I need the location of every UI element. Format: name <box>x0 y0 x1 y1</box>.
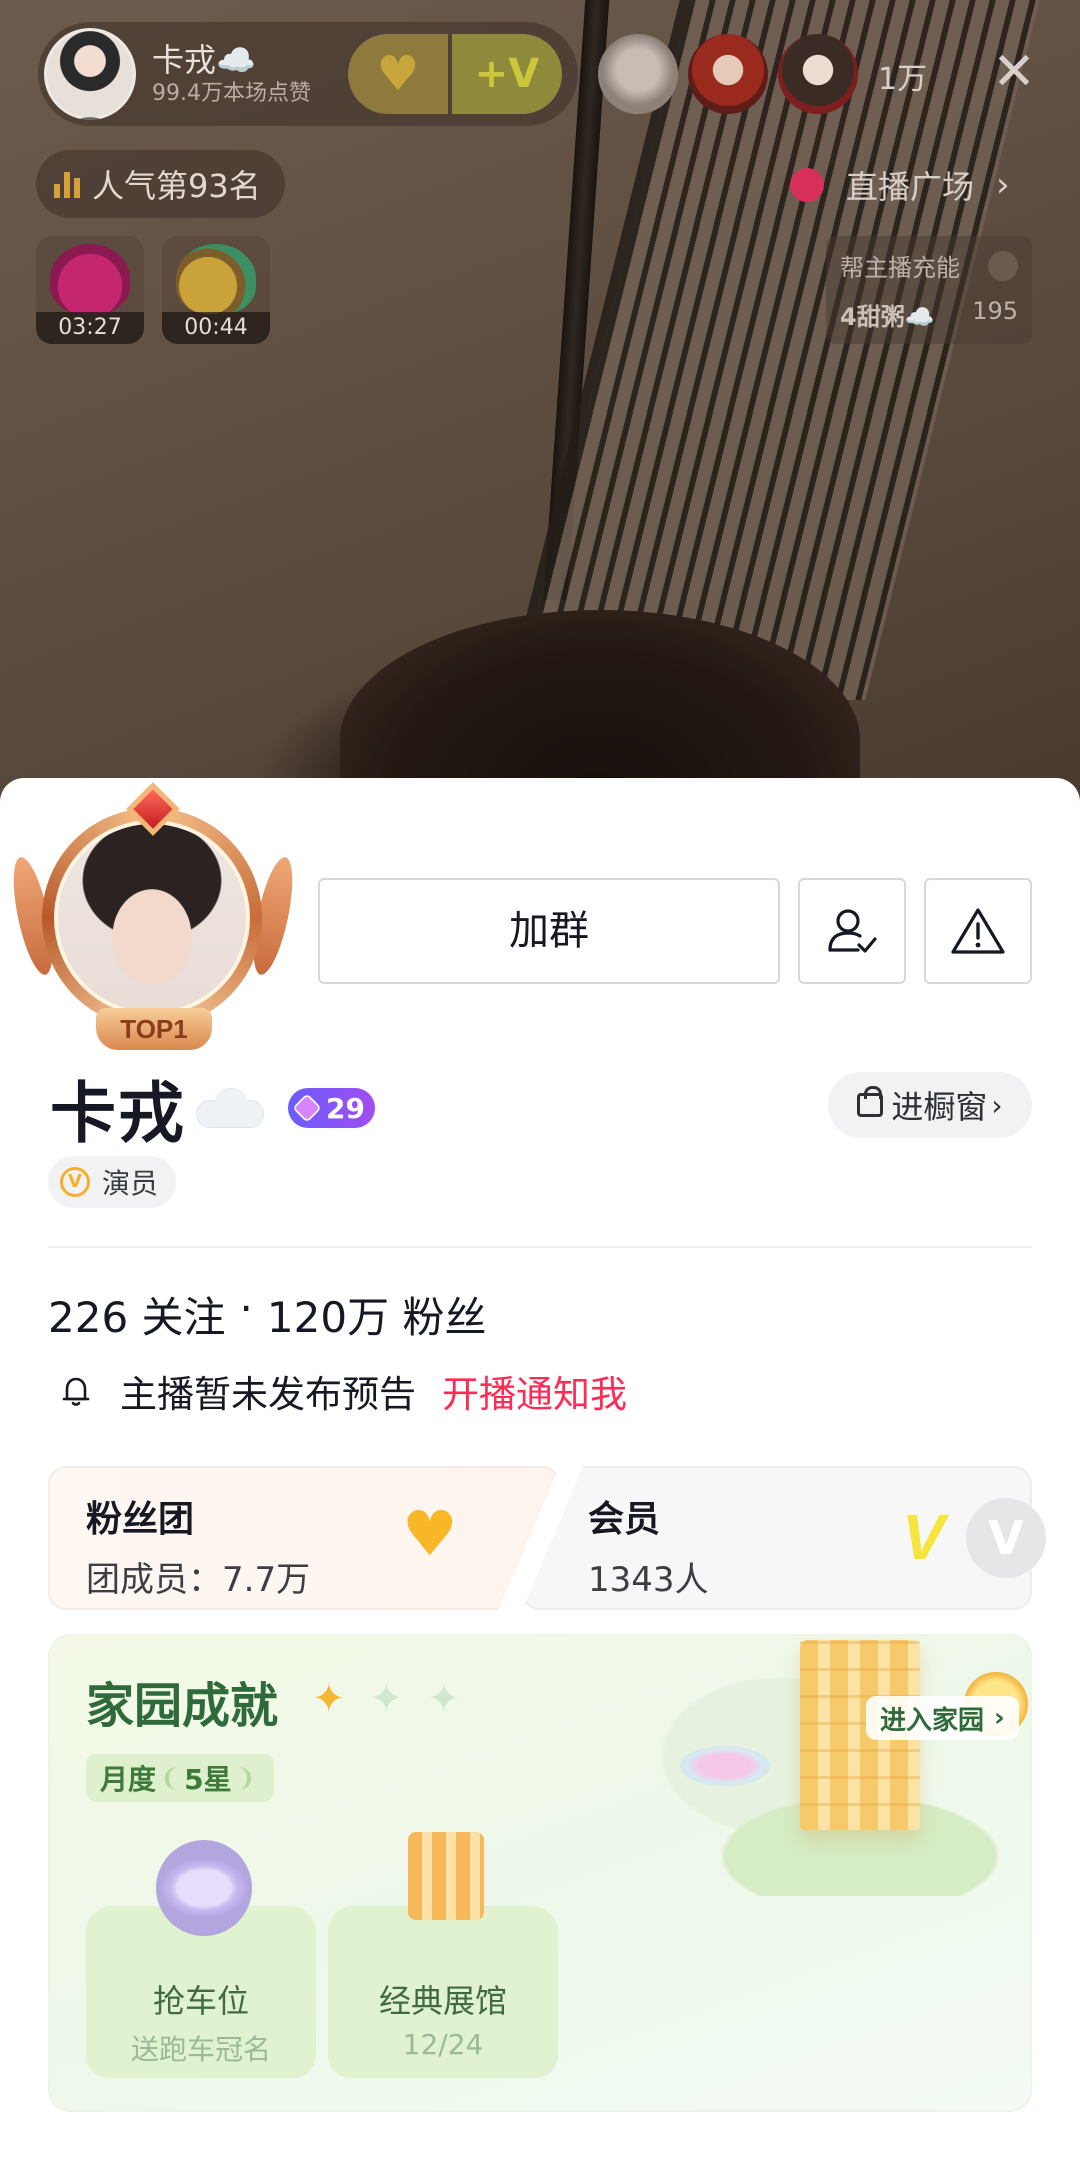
bar-chart-icon <box>54 170 80 198</box>
chevron-right-icon: › <box>996 165 1010 205</box>
profile-name-row: 卡戎 29 <box>50 1068 375 1152</box>
avatar-ring <box>42 808 262 1028</box>
home-title: 家园成就 <box>86 1678 279 1734</box>
fan-club-card[interactable]: 粉丝团 团成员：7.7万 <box>48 1466 560 1610</box>
charger-name: 4甜粥☁️ <box>840 303 935 331</box>
divider <box>48 1246 1032 1248</box>
bell-icon <box>62 1377 90 1406</box>
live-square-icon <box>790 168 824 202</box>
lucky-bag-gift[interactable]: 03:27 <box>36 236 144 344</box>
star-rating: ✦ ✦ ✦ <box>312 1676 461 1722</box>
task-subtitle: 送跑车冠名 <box>130 2033 271 2066</box>
profile-avatar-frame[interactable]: TOP1 <box>5 782 301 1056</box>
host-likes: 99.4万本场点赞 <box>152 81 311 106</box>
laurel-left-icon: ❨ <box>160 1764 181 1792</box>
member-title: 会员 <box>588 1499 661 1540</box>
plate-icon <box>680 1746 770 1786</box>
gallery-building-icon <box>408 1832 484 1920</box>
viewer-avatar[interactable] <box>598 34 678 114</box>
follow-stats[interactable]: 226 关注 · 120万 粉丝 <box>48 1284 486 1345</box>
member-card[interactable]: 会员 1343人 <box>522 1466 1032 1610</box>
level-badge[interactable]: 29 <box>288 1088 375 1128</box>
lucky-bag-icon <box>50 244 130 314</box>
shop-label: 进橱窗 <box>891 1088 988 1126</box>
popularity-rank-pill[interactable]: 人气第93名 <box>36 150 285 218</box>
close-icon[interactable]: ✕ <box>986 44 1042 100</box>
red-packet-icon <box>176 244 256 314</box>
live-video-background: 卡戎☁️ 99.4万本场点赞 ♥ +V 1万 ✕ 人气第93名 直播广场 › 0… <box>0 0 1080 800</box>
host-avatar[interactable] <box>44 28 136 120</box>
verified-icon: V <box>60 1167 90 1197</box>
task-subtitle: 12/24 <box>402 2028 484 2061</box>
host-info-pill[interactable]: 卡戎☁️ 99.4万本场点赞 ♥ +V <box>38 22 578 126</box>
viewer-avatar[interactable] <box>778 34 858 114</box>
notify-me-link[interactable]: 开播通知我 <box>442 1364 627 1418</box>
avatar[interactable] <box>54 820 250 1016</box>
follow-button[interactable] <box>798 878 906 984</box>
parking-token-icon <box>156 1840 252 1936</box>
charge-value: 195 <box>972 297 1018 325</box>
star-icon: ✦ <box>312 1676 346 1722</box>
report-button[interactable] <box>924 878 1032 984</box>
verified-tag: V 演员 <box>48 1156 177 1208</box>
member-count: 1343人 <box>588 1560 709 1600</box>
live-square-link[interactable]: 直播广场 › <box>770 154 1030 216</box>
user-check-icon <box>828 909 877 953</box>
home-illustration <box>660 1636 1030 1896</box>
join-group-button[interactable]: 加群 <box>318 878 780 984</box>
notice-text: 主播暂未发布预告 <box>120 1373 416 1416</box>
profile-name: 卡戎 <box>50 1075 186 1152</box>
tag-label: 演员 <box>102 1167 159 1200</box>
red-packet-gift[interactable]: 00:44 <box>162 236 270 344</box>
enter-home-button[interactable]: 进入家园 › <box>866 1696 1019 1740</box>
shop-window-button[interactable]: 进橱窗 › <box>828 1072 1032 1138</box>
live-square-label: 直播广场 <box>846 168 975 206</box>
stars-label: 5星 <box>184 1763 232 1796</box>
vip-join-button[interactable]: +V <box>452 34 562 114</box>
task-title: 经典展馆 <box>378 1982 507 2020</box>
gem-icon <box>292 1093 322 1123</box>
viewer-count[interactable]: 1万 <box>878 54 927 98</box>
warning-icon <box>951 908 1005 954</box>
shopping-bag-icon <box>857 1086 884 1117</box>
host-info: 卡戎☁️ 99.4万本场点赞 <box>152 40 311 108</box>
enter-home-label: 进入家园 <box>880 1705 985 1736</box>
cloud-icon <box>192 1088 266 1128</box>
fan-heart-icon: ♥ <box>402 1497 458 1570</box>
top1-ribbon: TOP1 <box>96 1008 212 1050</box>
charge-title: 帮主播充能 <box>840 254 960 282</box>
laurel-right-icon: ❩ <box>235 1764 256 1792</box>
charge-panel[interactable]: 帮主播充能 4甜粥☁️ 195 <box>826 236 1032 344</box>
home-achievement-card[interactable]: 家园成就 ✦ ✦ ✦ 进入家园 › 月度 ❨ 5星 ❩ 抢车位 送跑车冠名 经典… <box>48 1634 1032 2112</box>
viewer-avatar[interactable] <box>688 34 768 114</box>
fan-club-badge[interactable]: ♥ <box>348 34 448 114</box>
monthly-rating-tag: 月度 ❨ 5星 ❩ <box>86 1754 274 1802</box>
host-name: 卡戎☁️ <box>152 41 256 79</box>
live-notice-row: 主播暂未发布预告 开播通知我 <box>58 1362 627 1420</box>
heart-icon: ♥ <box>376 46 420 102</box>
level-value: 29 <box>326 1091 365 1125</box>
star-icon: ✦ <box>369 1676 404 1722</box>
gift-timer: 00:44 <box>162 312 270 344</box>
star-icon: ✦ <box>427 1676 461 1722</box>
charger-avatar <box>988 250 1018 281</box>
fans-count[interactable]: 120万 粉丝 <box>267 1284 487 1345</box>
rank-text: 人气第93名 <box>92 167 261 205</box>
following-count[interactable]: 226 关注 <box>48 1284 226 1345</box>
vip-v-icon: V <box>902 1501 945 1573</box>
chevron-right-icon: › <box>991 1088 1003 1122</box>
vip-v-ghost-icon: V <box>966 1498 1046 1578</box>
stats-dot: · <box>239 1284 253 1333</box>
task-gallery[interactable]: 经典展馆 12/24 <box>328 1906 558 2078</box>
gift-timer: 03:27 <box>36 312 144 344</box>
month-label: 月度 <box>100 1763 157 1796</box>
task-title: 抢车位 <box>152 1982 249 2020</box>
chevron-right-icon: › <box>994 1703 1005 1733</box>
